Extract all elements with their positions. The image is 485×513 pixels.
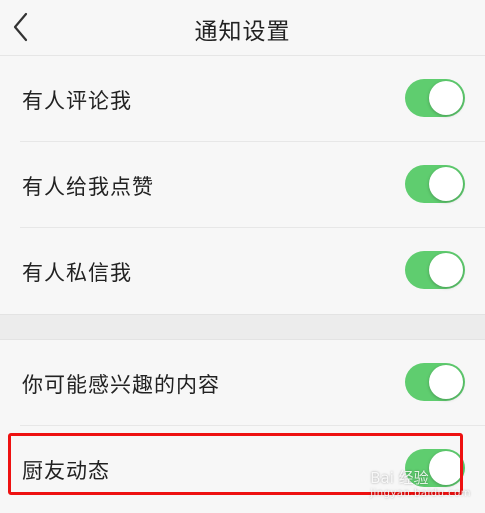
section-separator	[0, 314, 485, 340]
setting-label: 有人给我点赞	[22, 175, 154, 199]
nav-header: 通知设置	[0, 0, 485, 56]
settings-group-interactions: 有人评论我 有人给我点赞 有人私信我	[0, 56, 485, 314]
toggle-switch-interest[interactable]	[405, 363, 465, 401]
toggle-switch-like[interactable]	[405, 165, 465, 203]
toggle-knob	[429, 365, 463, 399]
watermark-text: Bai 经验	[370, 469, 429, 487]
toggle-knob	[429, 81, 463, 115]
setting-label: 有人私信我	[22, 261, 132, 285]
setting-row-message: 有人私信我	[0, 228, 485, 314]
toggle-switch-message[interactable]	[405, 251, 465, 289]
toggle-switch-comment[interactable]	[405, 79, 465, 117]
setting-label: 厨友动态	[22, 459, 110, 483]
setting-label: 你可能感兴趣的内容	[22, 373, 220, 397]
setting-row-comment: 有人评论我	[0, 56, 485, 142]
watermark-url: jingyan.baidu.com	[370, 488, 471, 499]
setting-row-like: 有人给我点赞	[0, 142, 485, 228]
watermark: Bai 经验 jingyan.baidu.com	[370, 467, 471, 499]
setting-label: 有人评论我	[22, 89, 132, 113]
page-title: 通知设置	[194, 19, 291, 45]
toggle-knob	[429, 167, 463, 201]
toggle-knob	[429, 253, 463, 287]
notification-settings-screen: 通知设置 有人评论我 有人给我点赞 有人私信我 你可能感兴趣的内容 厨友动态 B…	[0, 0, 485, 513]
setting-row-interest: 你可能感兴趣的内容	[0, 340, 485, 426]
